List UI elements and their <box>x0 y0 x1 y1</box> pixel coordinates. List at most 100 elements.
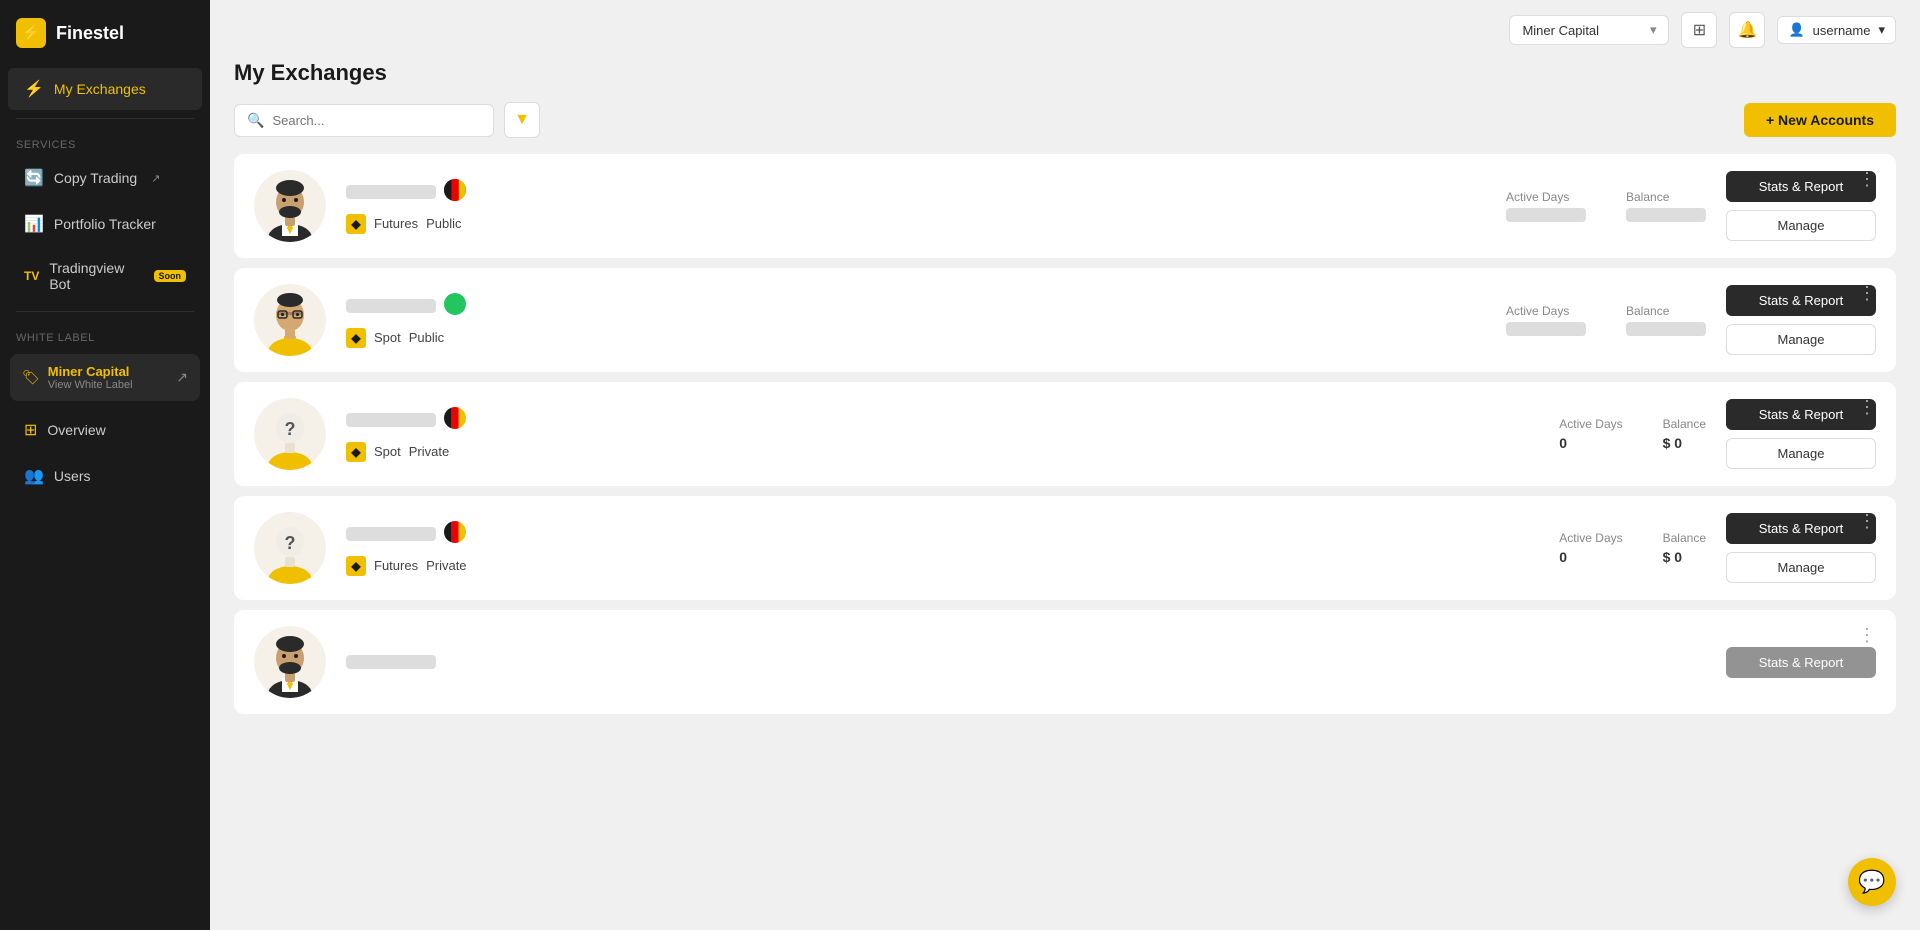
active-days-label: Active Days <box>1506 190 1586 204</box>
white-label-external-icon: ↗ <box>176 369 188 386</box>
sidebar-item-label: Users <box>54 468 91 484</box>
active-days-value: 0 <box>1559 549 1622 565</box>
overview-icon: ⊞ <box>24 420 37 440</box>
avatar-partial <box>254 626 326 698</box>
account-name-blur <box>346 185 436 199</box>
white-label-section-label: White Label <box>0 318 210 348</box>
balance-block: Balance $ 0 <box>1663 531 1706 565</box>
white-label-tag-icon: 🏷 <box>22 369 40 386</box>
main-content: Miner Capital ▾ ⊞ 🔔 👤 username ▾ My Exch… <box>210 0 1920 930</box>
visibility-tag: Public <box>426 216 461 231</box>
account-info: ◆ Futures Public <box>346 179 1446 234</box>
balance-value <box>1626 322 1706 336</box>
active-days-label: Active Days <box>1559 531 1622 545</box>
active-days-value: 0 <box>1559 435 1622 451</box>
sidebar-item-copy-trading[interactable]: 🔄 Copy Trading ↗ <box>8 157 202 199</box>
chat-button[interactable]: 💬 <box>1848 858 1896 906</box>
market-type-tag: Spot <box>374 330 401 345</box>
binance-logo: ◆ <box>346 556 366 576</box>
binance-logo: ◆ <box>346 214 366 234</box>
stats-section: Active Days 0 Balance $ 0 <box>1559 531 1706 565</box>
balance-block: Balance <box>1626 304 1706 336</box>
flag-icon <box>444 293 466 320</box>
manage-button[interactable]: Manage <box>1726 210 1876 241</box>
exchanges-icon: ⚡ <box>24 79 44 99</box>
balance-label: Balance <box>1663 417 1706 431</box>
services-section-label: Services <box>0 125 210 155</box>
manage-button[interactable]: Manage <box>1726 438 1876 469</box>
account-info: ◆ Futures Private <box>346 521 1499 576</box>
manage-button[interactable]: Manage <box>1726 552 1876 583</box>
page-title: My Exchanges <box>234 60 1896 86</box>
sidebar: ⚡ Finestel ⚡ My Exchanges Services 🔄 Cop… <box>0 0 210 930</box>
account-tags: ◆ Spot Private <box>346 442 1499 462</box>
account-name-blur <box>346 655 436 669</box>
visibility-tag: Public <box>409 330 444 345</box>
more-options-button[interactable]: ⋮ <box>1852 624 1882 646</box>
manage-button[interactable]: Manage <box>1726 324 1876 355</box>
more-options-button[interactable]: ⋮ <box>1852 168 1882 190</box>
avatar-beard <box>254 170 326 242</box>
active-days-label: Active Days <box>1506 304 1586 318</box>
tradingview-icon: TV <box>24 269 39 283</box>
binance-logo: ◆ <box>346 442 366 462</box>
search-box[interactable]: 🔍 <box>234 104 494 137</box>
more-options-button[interactable]: ⋮ <box>1852 396 1882 418</box>
active-days-block: Active Days 0 <box>1559 531 1622 565</box>
sidebar-item-portfolio-tracker[interactable]: 📊 Portfolio Tracker <box>8 203 202 245</box>
avatar-question: ? <box>254 398 326 470</box>
market-type-tag: Futures <box>374 216 418 231</box>
exchange-card: ◆ Futures Public Active Days Balance <box>234 154 1896 258</box>
account-name-row <box>346 655 1706 669</box>
visibility-tag: Private <box>409 444 449 459</box>
balance-block: Balance <box>1626 190 1706 222</box>
soon-badge: Soon <box>154 270 187 282</box>
filter-button[interactable]: ▼ <box>504 102 540 138</box>
account-tags: ◆ Futures Private <box>346 556 1499 576</box>
active-days-block: Active Days <box>1506 304 1586 336</box>
filter-icon: ▼ <box>514 111 530 129</box>
user-name: username <box>1813 23 1871 38</box>
account-tags: ◆ Futures Public <box>346 214 1446 234</box>
active-days-value <box>1506 208 1586 222</box>
account-info <box>346 655 1706 669</box>
stats-report-button[interactable]: Stats & Report <box>1726 647 1876 678</box>
bell-icon: 🔔 <box>1738 20 1758 40</box>
white-label-selector[interactable]: Miner Capital ▾ <box>1509 15 1669 45</box>
stats-section: Active Days 0 Balance $ 0 <box>1559 417 1706 451</box>
avatar <box>254 626 326 698</box>
sidebar-item-users[interactable]: 👥 Users <box>8 455 202 497</box>
flag-icon <box>444 521 466 548</box>
user-menu[interactable]: 👤 username ▾ <box>1777 16 1896 44</box>
new-accounts-button[interactable]: + New Accounts <box>1744 103 1896 137</box>
more-options-button[interactable]: ⋮ <box>1852 282 1882 304</box>
search-input[interactable] <box>272 113 481 128</box>
flag-icon <box>444 407 466 434</box>
white-label-sublabel: View White Label <box>48 379 133 391</box>
app-logo[interactable]: ⚡ Finestel <box>0 0 210 66</box>
account-name-row <box>346 407 1499 434</box>
account-name-row <box>346 521 1499 548</box>
market-type-tag: Futures <box>374 558 418 573</box>
active-days-block: Active Days 0 <box>1559 417 1622 451</box>
white-label-box[interactable]: 🏷 Miner Capital View White Label ↗ <box>10 354 200 401</box>
svg-text:?: ? <box>285 419 296 439</box>
copy-trading-icon: 🔄 <box>24 168 44 188</box>
sidebar-item-label: Copy Trading <box>54 170 137 186</box>
avatar: ? <box>254 512 326 584</box>
exchange-card: Stats & Report ⋮ <box>234 610 1896 714</box>
more-options-button[interactable]: ⋮ <box>1852 510 1882 532</box>
exchange-list: ◆ Futures Public Active Days Balance <box>234 154 1896 714</box>
notifications-button[interactable]: 🔔 <box>1729 12 1765 48</box>
user-icon: 👤 <box>1788 22 1804 38</box>
balance-value: $ 0 <box>1663 435 1706 451</box>
avatar-glasses <box>254 284 326 356</box>
sidebar-item-tradingview-bot[interactable]: TV Tradingview Bot Soon <box>8 249 202 303</box>
sidebar-item-overview[interactable]: ⊞ Overview <box>8 409 202 451</box>
external-link-icon: ↗ <box>151 172 160 185</box>
account-tags: ◆ Spot Public <box>346 328 1446 348</box>
grid-icon-button[interactable]: ⊞ <box>1681 12 1717 48</box>
selector-label: Miner Capital <box>1522 23 1599 38</box>
user-chevron-icon: ▾ <box>1878 22 1885 38</box>
sidebar-item-my-exchanges[interactable]: ⚡ My Exchanges <box>8 68 202 110</box>
